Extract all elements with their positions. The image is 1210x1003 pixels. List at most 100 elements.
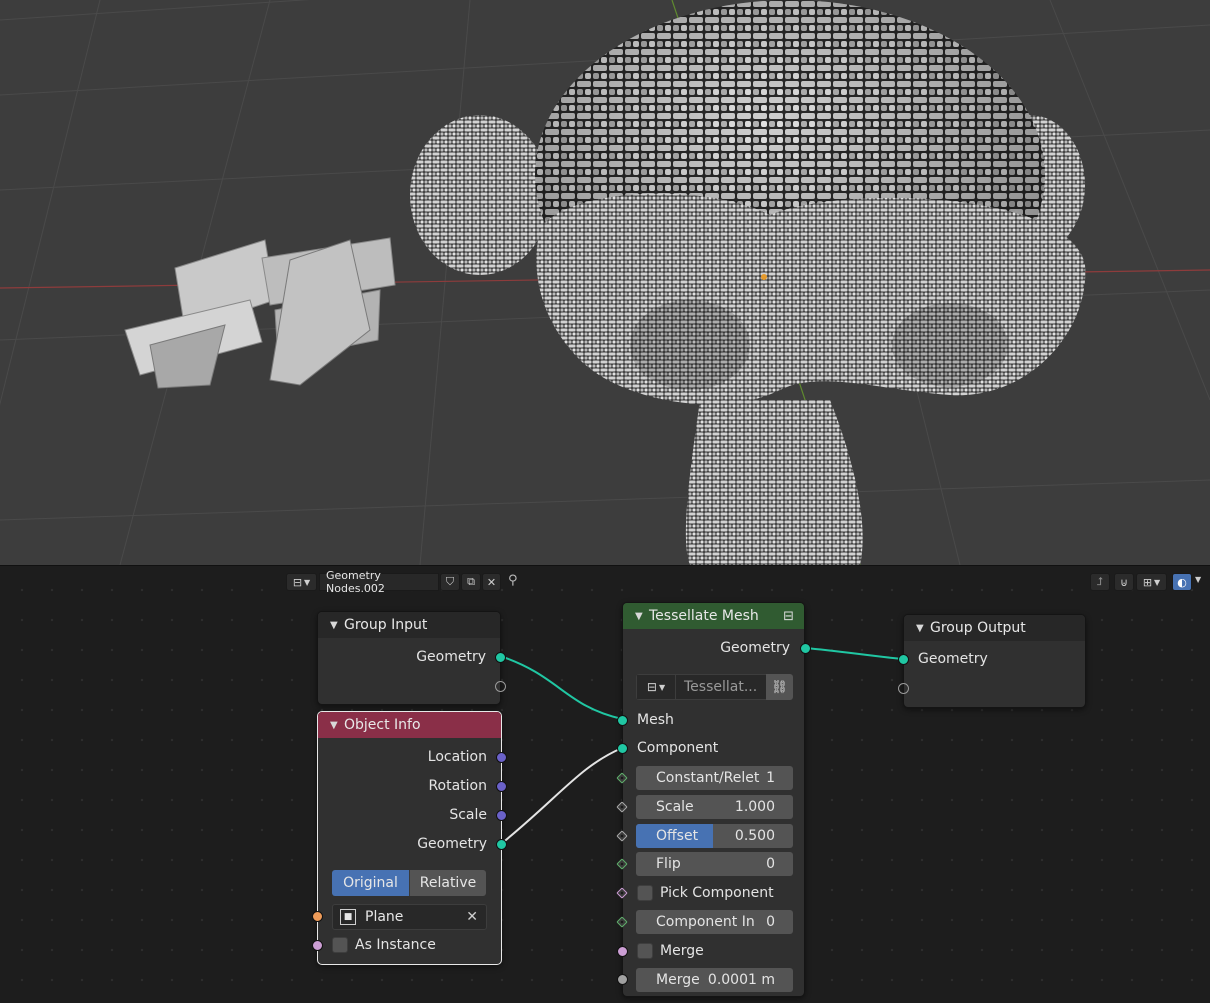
float-field-socket[interactable] [616, 830, 628, 842]
object-info-node[interactable]: ▼ Object Info Location Rotation Scale Ge… [312, 711, 507, 965]
node-tree-name-field[interactable]: Geometry Nodes.002 [319, 569, 439, 595]
parent-tree-button[interactable]: ⮥ [1090, 573, 1110, 591]
shield-icon: ⛉ [445, 575, 455, 588]
tessellate-mesh-node[interactable]: ▼ Tessellate Mesh ⊟ Geometry ⊟ ▼ Tessella… [616, 602, 811, 997]
as-instance-row[interactable]: As Instance [318, 934, 501, 956]
collapse-chevron-icon[interactable]: ▼ [330, 620, 344, 631]
merge-distance-socket[interactable] [617, 974, 628, 985]
checkbox-label: Pick Component [660, 885, 774, 901]
object-socket[interactable] [312, 911, 323, 922]
scale-field[interactable]: Scale 1.000 [636, 795, 793, 819]
rotation-socket[interactable] [496, 781, 507, 792]
snap-mode-button[interactable]: ⊞ ▼ [1136, 573, 1167, 591]
relative-option[interactable]: Relative [409, 870, 486, 896]
node-group-browse-button[interactable]: ⊟ ▼ [636, 674, 676, 700]
node-tree-icon: ⊟ [646, 680, 657, 694]
close-icon: ✕ [486, 575, 497, 589]
node-group-name: Tessellat... [684, 679, 758, 695]
node-group-name-field[interactable]: Tessellat... [676, 674, 766, 700]
node-header[interactable]: ▼ Tessellate Mesh ⊟ [623, 603, 804, 629]
field-label: Flip [656, 856, 681, 872]
location-socket[interactable] [496, 752, 507, 763]
transform-space-toggle[interactable]: Original Relative [332, 870, 486, 896]
node-tree-browse-button[interactable]: ⊟ ▼ [286, 573, 317, 591]
unlink-button[interactable]: ✕ [482, 573, 501, 591]
geometry-socket[interactable] [800, 643, 811, 654]
object-origin [761, 274, 767, 280]
snap-button[interactable]: ⊍ [1114, 573, 1134, 591]
component-socket[interactable] [617, 743, 628, 754]
node-header[interactable]: ▼ Object Info [318, 712, 501, 738]
socket-label: Scale [449, 807, 487, 823]
collapse-chevron-icon[interactable]: ▼ [635, 611, 649, 622]
component-index-field[interactable]: Component In 0 [636, 910, 793, 934]
woven-monkey-head [410, 0, 1086, 565]
socket-label: Geometry [720, 640, 790, 656]
int-field-socket[interactable] [616, 916, 628, 928]
empty-socket[interactable] [495, 681, 506, 692]
merge-socket[interactable] [617, 946, 628, 957]
geometry-socket[interactable] [898, 654, 909, 665]
node-group-icon[interactable]: ⊟ [783, 609, 794, 624]
pin-icon[interactable]: ⚲ [508, 573, 526, 591]
collapse-chevron-icon[interactable]: ▼ [330, 720, 344, 731]
input-component: Component [623, 737, 804, 759]
pick-component-checkbox[interactable] [637, 885, 653, 901]
constant-relative-field[interactable]: Constant/Relet 1 [636, 766, 793, 790]
output-scale: Scale [318, 804, 501, 826]
node-header[interactable]: ▼ Group Input [318, 612, 500, 638]
field-value: 0.0001 m [707, 972, 775, 988]
merge-distance-field[interactable]: Merge 0.0001 m [636, 968, 793, 992]
merge-row[interactable]: Merge [623, 940, 804, 962]
chevron-down-icon: ▼ [658, 682, 666, 692]
socket-label: Component [637, 740, 719, 756]
geometry-socket[interactable] [495, 652, 506, 663]
collapse-chevron-icon[interactable]: ▼ [916, 623, 930, 634]
node-tree-name: Geometry Nodes.002 [326, 569, 385, 595]
socket-label: Mesh [637, 712, 674, 728]
3d-viewport[interactable] [0, 0, 1210, 565]
empty-socket[interactable] [898, 683, 909, 694]
mesh-object-icon: ■ [340, 909, 356, 925]
int-field-socket[interactable] [616, 772, 628, 784]
output-geometry: Geometry [623, 637, 804, 659]
node-group-selector[interactable]: ⊟ ▼ Tessellat... ⛓ [636, 674, 793, 700]
duplicate-button[interactable]: ⧉ [461, 573, 481, 591]
node-tree-icon: ⊟ [292, 575, 303, 589]
geometry-socket[interactable] [496, 839, 507, 850]
float-field-socket[interactable] [616, 801, 628, 813]
group-output-node[interactable]: ▼ Group Output Geometry [898, 614, 1086, 708]
overlays-button[interactable]: ◐ [1172, 573, 1192, 591]
as-instance-checkbox[interactable] [332, 937, 348, 953]
field-label: Scale [656, 799, 694, 815]
original-option[interactable]: Original [332, 870, 409, 896]
magnet-icon: ⊍ [1119, 575, 1129, 589]
duplicate-icon: ⧉ [467, 575, 475, 588]
group-input-node[interactable]: ▼ Group Input Geometry [317, 611, 506, 705]
node-editor[interactable]: ⊟ ▼ Geometry Nodes.002 ⛉ ⧉ ✕ ⚲ ⮥ ⊍ ⊞ ▼ ◐ ▼… [0, 565, 1210, 1003]
flip-field[interactable]: Flip 0 [636, 852, 793, 876]
clear-icon[interactable]: ✕ [466, 909, 478, 925]
node-title: Tessellate Mesh [649, 608, 759, 624]
chevron-down-icon[interactable]: ▼ [1195, 575, 1201, 584]
mesh-socket[interactable] [617, 715, 628, 726]
chevron-down-icon: ▼ [1154, 577, 1161, 587]
node-title: Object Info [344, 717, 421, 733]
merge-checkbox[interactable] [637, 943, 653, 959]
socket-label: Geometry [918, 651, 988, 667]
int-field-socket[interactable] [616, 858, 628, 870]
field-value: 1 [766, 770, 775, 786]
as-instance-socket[interactable] [312, 940, 323, 951]
node-header[interactable]: ▼ Group Output [904, 615, 1085, 641]
chevron-down-icon: ▼ [304, 577, 311, 587]
offset-field[interactable]: Offset 0.500 [636, 824, 793, 848]
link-icon[interactable]: ⛓ [766, 674, 793, 700]
field-value: 0 [766, 856, 775, 872]
woven-plane-object [124, 237, 396, 389]
checkbox-label: Merge [660, 943, 704, 959]
object-field[interactable]: ■ Plane ✕ [332, 904, 487, 930]
scale-socket[interactable] [496, 810, 507, 821]
fake-user-button[interactable]: ⛉ [440, 573, 460, 591]
pick-component-row[interactable]: Pick Component [623, 882, 804, 904]
overlays-icon: ◐ [1177, 575, 1187, 589]
